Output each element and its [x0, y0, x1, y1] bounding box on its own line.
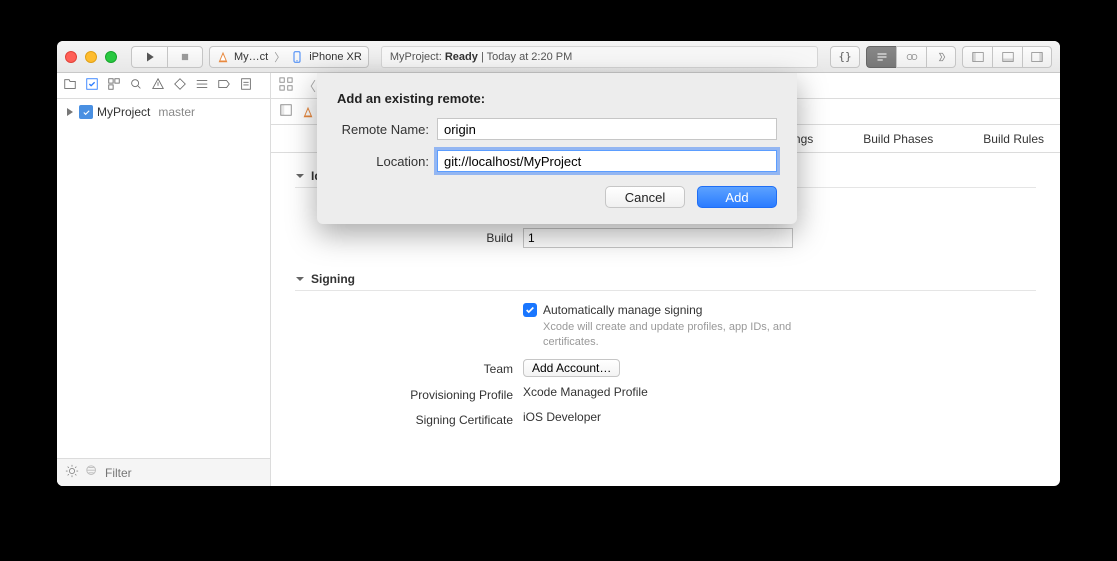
team-label: Team: [295, 359, 523, 376]
gear-icon[interactable]: [65, 464, 79, 481]
editor-mode-group: [866, 46, 956, 68]
filter-icon: [85, 464, 99, 481]
document-outline-icon[interactable]: [279, 103, 293, 120]
device-icon: [291, 50, 305, 64]
tab-build-rules[interactable]: Build Rules: [983, 132, 1044, 146]
location-input[interactable]: [437, 150, 777, 172]
assistant-editor-button[interactable]: [896, 46, 926, 68]
toggle-navigator-button[interactable]: [962, 46, 992, 68]
add-remote-dialog: Add an existing remote: Remote Name: Loc…: [317, 73, 797, 224]
test-navigator-icon[interactable]: [173, 77, 187, 94]
signing-certificate-label: Signing Certificate: [295, 410, 523, 427]
signing-section-header[interactable]: Signing: [295, 272, 1036, 291]
minimize-window-button[interactable]: [85, 51, 97, 63]
target-icon: [301, 105, 315, 119]
version-editor-button[interactable]: [926, 46, 956, 68]
filter-input[interactable]: [105, 466, 262, 480]
symbol-navigator-icon[interactable]: [107, 77, 121, 94]
provisioning-profile-value: Xcode Managed Profile: [523, 385, 1036, 399]
remote-name-input[interactable]: [437, 118, 777, 140]
signing-certificate-value: iOS Developer: [523, 410, 1036, 424]
chevron-down-icon: [295, 171, 305, 181]
standard-editor-button[interactable]: [866, 46, 896, 68]
toggle-debug-area-button[interactable]: [992, 46, 1022, 68]
branch-name: master: [158, 105, 195, 119]
build-label: Build: [295, 228, 523, 245]
breakpoint-navigator-icon[interactable]: [217, 77, 231, 94]
debug-navigator-icon[interactable]: [195, 77, 209, 94]
dialog-title: Add an existing remote:: [337, 91, 777, 106]
signing-section: Signing Automatically manage signing: [295, 272, 1036, 427]
run-button[interactable]: [131, 46, 167, 68]
signing-section-label: Signing: [311, 272, 355, 286]
code-snippet-button[interactable]: {}: [830, 46, 860, 68]
auto-manage-signing-label: Automatically manage signing: [543, 303, 803, 317]
run-stop-group: [131, 46, 203, 68]
zoom-window-button[interactable]: [105, 51, 117, 63]
build-input[interactable]: [523, 228, 793, 248]
navigator-selector-bar: [57, 73, 270, 99]
toggle-inspector-button[interactable]: [1022, 46, 1052, 68]
auto-manage-signing-checkbox[interactable]: [523, 303, 537, 317]
disclosure-triangle-icon[interactable]: [65, 107, 75, 117]
add-button[interactable]: Add: [697, 186, 777, 208]
activity-project: MyProject: Ready | Today at 2:20 PM: [390, 51, 572, 63]
issue-navigator-icon[interactable]: [151, 77, 165, 94]
scheme-name: My…ct: [234, 51, 268, 63]
auto-manage-signing-help: Xcode will create and update profiles, a…: [543, 320, 803, 351]
location-label: Location:: [337, 154, 437, 169]
activity-view: MyProject: Ready | Today at 2:20 PM: [381, 46, 818, 68]
related-items-icon[interactable]: [279, 77, 293, 94]
navigator-footer: [57, 458, 270, 486]
toolbar: My…ct 〉 iPhone XR MyProject: Ready | Tod…: [57, 41, 1060, 73]
source-control-navigator-icon[interactable]: [85, 77, 99, 94]
remote-name-label: Remote Name:: [337, 122, 437, 137]
provisioning-profile-label: Provisioning Profile: [295, 385, 523, 402]
report-navigator-icon[interactable]: [239, 77, 253, 94]
panel-toggle-group: [962, 46, 1052, 68]
scheme-selector[interactable]: My…ct 〉 iPhone XR: [209, 46, 369, 68]
project-navigator-icon[interactable]: [63, 77, 77, 94]
add-account-button[interactable]: Add Account…: [523, 359, 620, 377]
find-navigator-icon[interactable]: [129, 77, 143, 94]
xcode-window: My…ct 〉 iPhone XR MyProject: Ready | Tod…: [57, 41, 1060, 486]
stop-button[interactable]: [167, 46, 203, 68]
app-icon: [216, 50, 230, 64]
navigator-panel: MyProject master: [57, 73, 271, 486]
chevron-down-icon: [295, 274, 305, 284]
project-icon: [79, 105, 93, 119]
window-controls: [65, 51, 117, 63]
tab-build-phases[interactable]: Build Phases: [863, 132, 933, 146]
project-name: MyProject: [97, 105, 150, 119]
close-window-button[interactable]: [65, 51, 77, 63]
navigator-content: MyProject master: [57, 99, 270, 458]
cancel-button[interactable]: Cancel: [605, 186, 685, 208]
project-item[interactable]: MyProject master: [57, 103, 270, 121]
device-name: iPhone XR: [309, 51, 362, 63]
